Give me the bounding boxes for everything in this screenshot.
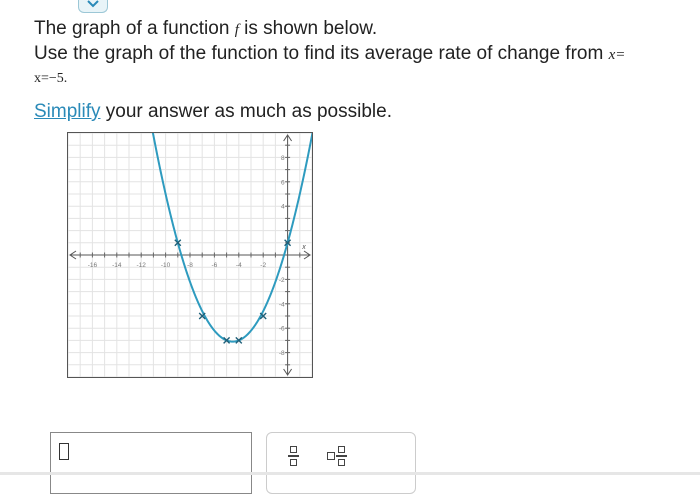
input-cursor xyxy=(59,443,69,460)
interval-end: x=−5. xyxy=(34,71,68,86)
x-tick-label: -4 xyxy=(236,262,242,269)
x-tick-label: -10 xyxy=(161,262,171,269)
x-tick-label: -8 xyxy=(187,262,193,269)
interval-start: x= xyxy=(608,47,626,63)
collapse-tab[interactable] xyxy=(78,0,108,13)
graph-canvas: -16 -14 -12 -10 -8 -6 -4 -2 8 6 4 -2 -4 -6 -8 x xyxy=(67,132,313,378)
y-tick-label: -6 xyxy=(279,326,285,333)
y-tick-label: 6 xyxy=(281,179,285,186)
y-tick-label: 4 xyxy=(281,204,285,211)
x-tick-label: -12 xyxy=(136,262,146,269)
problem-line-2: Use the graph of the function to find it… xyxy=(34,43,626,64)
x-tick-label: -2 xyxy=(260,262,266,269)
problem-line-1: The graph of a function f is shown below… xyxy=(34,18,378,39)
x-tick-label: -16 xyxy=(88,262,98,269)
chevron-down-icon xyxy=(87,0,99,7)
x-tick-label: -14 xyxy=(112,262,122,269)
y-tick-label: -2 xyxy=(279,277,285,284)
y-tick-label: 8 xyxy=(281,155,285,162)
math-tools-panel xyxy=(266,432,416,494)
answer-input[interactable] xyxy=(50,432,252,494)
mixed-number-button[interactable] xyxy=(325,443,351,469)
y-tick-label: -4 xyxy=(279,301,285,308)
x-tick-label: -6 xyxy=(212,262,218,269)
x-axis-label: x xyxy=(301,244,306,251)
simplify-instruction: Simplify your answer as much as possible… xyxy=(34,101,392,122)
function-graph: -16 -14 -12 -10 -8 -6 -4 -2 8 6 4 -2 -4 -6 -8 x xyxy=(67,132,313,378)
problem-statement: The graph of a function f is shown below… xyxy=(34,17,700,123)
fraction-button[interactable] xyxy=(287,443,309,469)
y-tick-label: -8 xyxy=(279,350,285,357)
simplify-link[interactable]: Simplify xyxy=(34,101,101,122)
